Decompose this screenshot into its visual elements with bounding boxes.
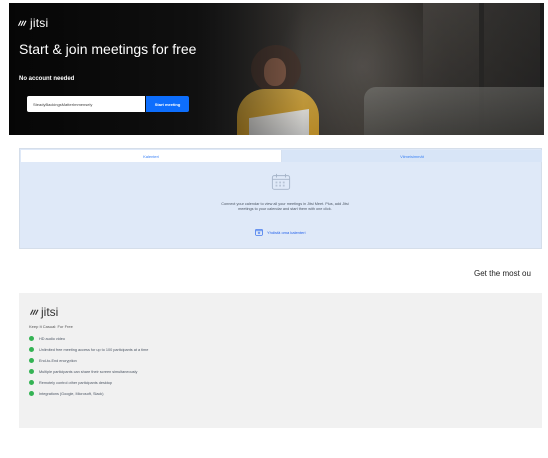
calendar-message: Connect your calendar to view all your m…	[221, 202, 349, 211]
feature-text: Multiple participants can share their sc…	[39, 369, 138, 374]
feature-list: HD audio video Unlimited free meeting ac…	[29, 333, 148, 399]
feature-text: End-to-End encryption	[39, 358, 77, 363]
page-subtitle: No account needed	[19, 76, 75, 82]
calendar-tabs: Kalenteri Viimeisimmät	[21, 150, 542, 162]
hero-content: jitsi Start & join meetings for free No …	[9, 3, 544, 135]
hero-section: jitsi Start & join meetings for free No …	[9, 3, 544, 135]
features-caption: Keep It Casual: For Free	[29, 324, 73, 329]
check-bullet-icon	[29, 336, 34, 341]
feature-text: Remotely control other participants desk…	[39, 380, 113, 385]
feature-item: Multiple participants can share their sc…	[29, 366, 148, 377]
jitsi-logo-icon	[30, 309, 39, 315]
calendar-plus-icon	[255, 229, 263, 236]
feature-item: Remotely control other participants desk…	[29, 377, 148, 388]
check-bullet-icon	[29, 391, 34, 396]
tab-recent[interactable]: Viimeisimmät	[282, 150, 542, 162]
promo-heading: Get the most ou	[474, 269, 531, 278]
features-panel: jitsi Keep It Casual: For Free HD audio …	[19, 293, 542, 428]
start-meeting-button[interactable]: Start meeting	[146, 96, 189, 112]
feature-text: Integrations (Google, Microsoft, Slack)	[39, 391, 104, 396]
connect-calendar-link[interactable]: Yhdistä oma kalenteri	[255, 228, 305, 236]
jitsi-logo: jitsi	[17, 16, 48, 30]
feature-item: Unlimited free meeting access for up to …	[29, 344, 148, 355]
check-bullet-icon	[29, 358, 34, 363]
check-bullet-icon	[29, 380, 34, 385]
features-brand-name: jitsi	[41, 305, 59, 319]
feature-item: Integrations (Google, Microsoft, Slack)	[29, 388, 148, 399]
calendar-icon	[271, 173, 291, 190]
page-title: Start & join meetings for free	[19, 41, 197, 57]
brand-name: jitsi	[30, 16, 49, 30]
feature-text: HD audio video	[39, 336, 65, 341]
feature-item: End-to-End encryption	[29, 355, 148, 366]
meeting-name-input[interactable]	[27, 96, 145, 112]
features-jitsi-logo: jitsi	[29, 305, 58, 319]
check-bullet-icon	[29, 369, 34, 374]
tab-calendar[interactable]: Kalenteri	[21, 150, 282, 162]
feature-item: HD audio video	[29, 333, 148, 344]
jitsi-logo-icon	[18, 20, 27, 26]
feature-text: Unlimited free meeting access for up to …	[39, 347, 149, 352]
connect-calendar-label: Yhdistä oma kalenteri	[267, 229, 306, 235]
check-bullet-icon	[29, 347, 34, 352]
